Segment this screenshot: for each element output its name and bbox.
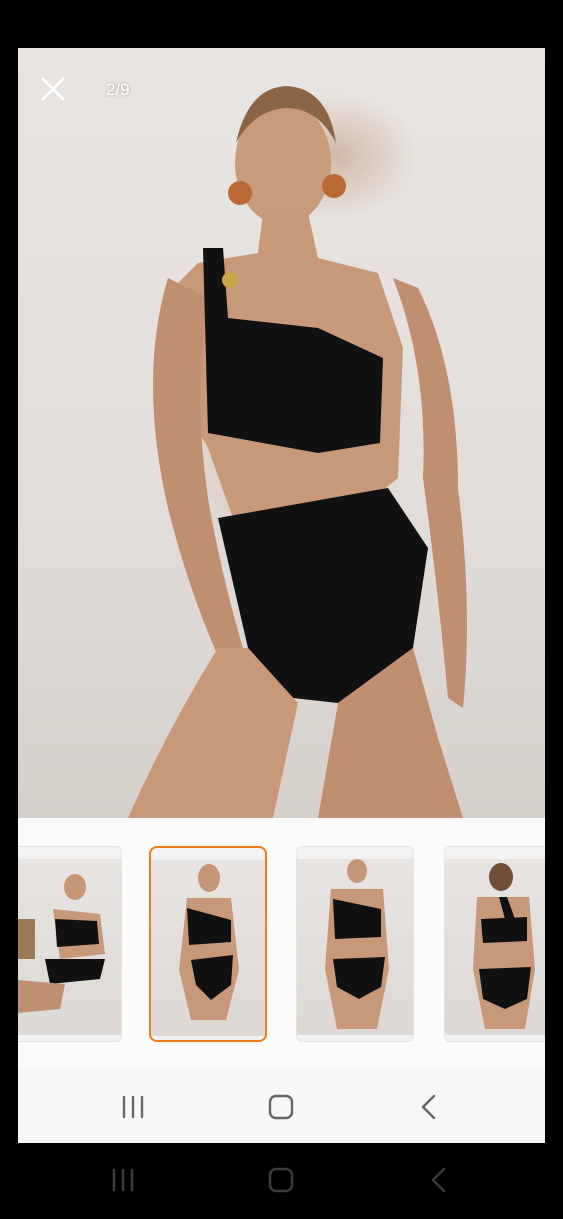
product-photo-illustration	[128, 86, 467, 818]
thumbnail-image	[18, 859, 121, 1035]
app-screen: 2/9	[18, 48, 545, 1143]
thumbnail-image	[151, 860, 265, 1036]
device-back-button[interactable]	[424, 1165, 454, 1195]
back-icon	[421, 1094, 436, 1120]
thumbnail-image	[445, 859, 545, 1035]
product-image[interactable]: 2/9	[18, 48, 545, 818]
thumbnail-image	[297, 859, 413, 1035]
recents-icon	[112, 1168, 134, 1192]
recents-icon	[122, 1095, 144, 1119]
thumbnail-3[interactable]	[296, 846, 414, 1042]
device-home-button[interactable]	[266, 1165, 296, 1195]
thumbnail-1[interactable]	[18, 846, 122, 1042]
home-icon	[268, 1094, 294, 1120]
thumbnail-4[interactable]	[444, 846, 545, 1042]
recents-button[interactable]	[118, 1092, 148, 1122]
home-icon	[268, 1167, 294, 1193]
screen-navigation-bar	[18, 1068, 545, 1143]
thumbnail-2[interactable]	[149, 846, 267, 1042]
device-navigation-bar	[0, 1143, 563, 1219]
close-button[interactable]	[40, 76, 76, 112]
back-button[interactable]	[414, 1092, 444, 1122]
close-icon	[41, 77, 65, 101]
device-recents-button[interactable]	[108, 1165, 138, 1195]
back-icon	[431, 1167, 446, 1193]
image-counter: 2/9	[106, 80, 130, 99]
home-button[interactable]	[266, 1092, 296, 1122]
thumbnail-strip[interactable]	[18, 818, 545, 1068]
